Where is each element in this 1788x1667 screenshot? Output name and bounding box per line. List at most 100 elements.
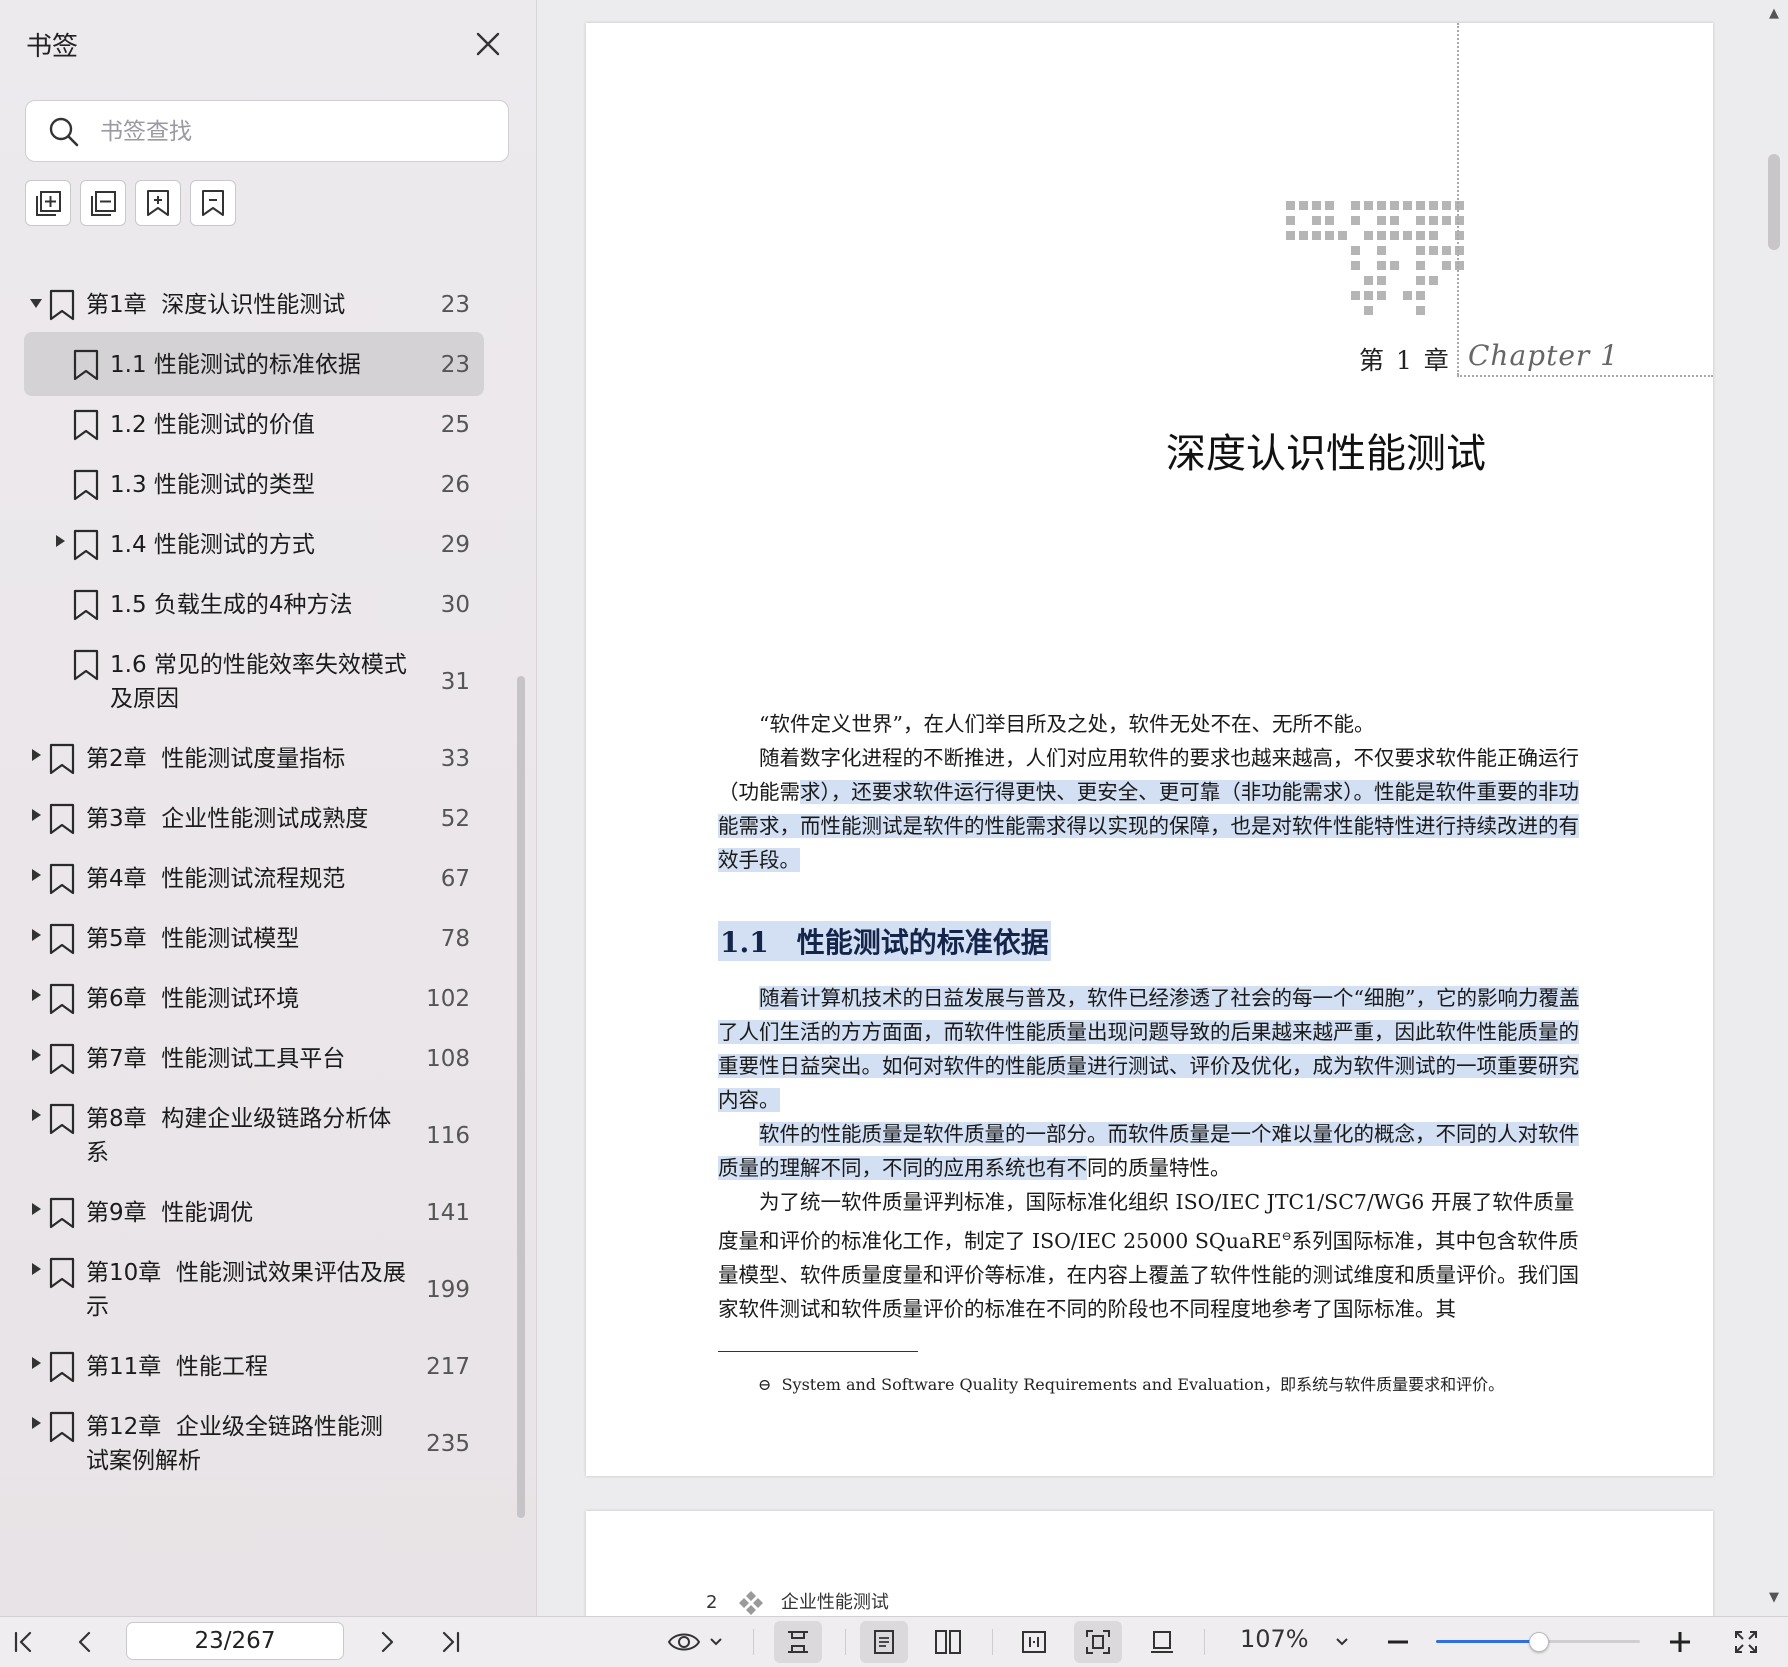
toolbar-separator: [1204, 1629, 1205, 1655]
bookmark-item[interactable]: 第7章 性能测试工具平台 108: [24, 1026, 484, 1090]
first-page-button[interactable]: [6, 1621, 42, 1663]
close-icon[interactable]: [472, 28, 504, 60]
caret-right-icon[interactable]: [56, 535, 65, 547]
footnote-marker[interactable]: ⊖: [1282, 1229, 1292, 1243]
prev-page-button[interactable]: [68, 1621, 104, 1663]
two-page-button[interactable]: [924, 1621, 972, 1663]
bookmark-page-number: 141: [426, 1200, 470, 1226]
paragraph-3: 随着计算机技术的日益发展与普及，软件已经渗透了社会的每一个“细胞”，它的影响力覆…: [718, 981, 1589, 1117]
toolbar-separator: [753, 1629, 754, 1655]
bookmark-item[interactable]: 1.6 常见的性能效率失效模式 及原因 31: [24, 632, 484, 730]
remove-bookmark-button[interactable]: [190, 180, 236, 226]
bookmark-icon: [72, 528, 100, 566]
caret-right-icon[interactable]: [32, 1357, 41, 1369]
bookmark-icon: [48, 922, 76, 960]
eye-icon: [667, 1633, 701, 1651]
bookmark-tools: [25, 180, 236, 226]
bookmark-icon: [48, 1350, 76, 1388]
fullscreen-icon: [1735, 1631, 1757, 1653]
zoom-level[interactable]: 107%: [1240, 1625, 1309, 1653]
view-mode-button[interactable]: [662, 1621, 728, 1663]
bookmark-item[interactable]: 1.3 性能测试的类型 26: [24, 452, 484, 516]
bookmark-page-number: 52: [440, 806, 470, 832]
bookmark-item[interactable]: 第6章 性能测试环境 102: [24, 966, 484, 1030]
bookmark-search-box[interactable]: [25, 100, 509, 162]
page-number-input[interactable]: [126, 1622, 344, 1660]
zoom-in-button[interactable]: [1662, 1621, 1698, 1663]
chevron-down-icon: [710, 1638, 722, 1646]
bookmark-label: 第7章 性能测试工具平台: [86, 1046, 346, 1072]
bookmark-icon: [48, 288, 76, 326]
bookmark-item[interactable]: 第1章 深度认识性能测试 23: [24, 272, 484, 336]
bookmark-item[interactable]: 第12章 企业级全链路性能测 试案例解析 235: [24, 1394, 484, 1492]
fit-page-button[interactable]: [1074, 1621, 1122, 1663]
caret-right-icon[interactable]: [32, 809, 41, 821]
footnote-text: System and Software Quality Requirements…: [781, 1375, 1505, 1394]
bookmark-page-number: 23: [440, 352, 470, 378]
bookmark-page-number: 199: [426, 1277, 470, 1303]
caret-right-icon[interactable]: [32, 929, 41, 941]
caret-right-icon[interactable]: [32, 1049, 41, 1061]
bookmark-item[interactable]: 第5章 性能测试模型 78: [24, 906, 484, 970]
last-page-button[interactable]: [432, 1621, 468, 1663]
caret-right-icon[interactable]: [32, 1263, 41, 1275]
zoom-slider[interactable]: [1436, 1632, 1640, 1652]
last-page-icon: [442, 1631, 460, 1653]
bookmark-icon: [72, 468, 100, 506]
fit-page-icon: [1086, 1630, 1110, 1654]
bookmark-item[interactable]: 第4章 性能测试流程规范 67: [24, 846, 484, 910]
search-icon: [49, 117, 79, 147]
document-scrollbar[interactable]: [1768, 154, 1780, 250]
bookmark-label: 第3章 企业性能测试成熟度: [86, 806, 369, 832]
bookmark-label: 第10章 性能测试效果评估及展 示: [86, 1260, 406, 1320]
zoom-slider-handle[interactable]: [1529, 1632, 1549, 1652]
bookmark-item[interactable]: 第2章 性能测试度量指标 33: [24, 726, 484, 790]
bookmark-page-number: 108: [426, 1046, 470, 1072]
add-bookmark-button[interactable]: [135, 180, 181, 226]
zoom-slider-fill: [1436, 1640, 1538, 1643]
chapter-dotted-frame: [1457, 23, 1459, 375]
rotate-button[interactable]: [1138, 1621, 1186, 1663]
bookmark-label: 第5章 性能测试模型: [86, 926, 300, 952]
sidebar-scrollbar[interactable]: [517, 676, 525, 1518]
chapter-decoration-icon: [1286, 201, 1464, 315]
caret-down-icon[interactable]: [30, 299, 42, 308]
bookmark-label: 第11章 性能工程: [86, 1354, 268, 1380]
caret-right-icon[interactable]: [32, 749, 41, 761]
bookmark-item[interactable]: 第11章 性能工程 217: [24, 1334, 484, 1398]
bookmark-item[interactable]: 1.4 性能测试的方式 29: [24, 512, 484, 576]
caret-right-icon[interactable]: [32, 1109, 41, 1121]
bookmark-page-number: 235: [426, 1431, 470, 1457]
page-header-number: 2: [706, 1592, 718, 1613]
bookmark-page-number: 78: [440, 926, 470, 952]
expand-all-button[interactable]: [25, 180, 71, 226]
next-page-button[interactable]: [368, 1621, 404, 1663]
scroll-up-icon[interactable]: ▲: [1769, 6, 1779, 21]
scroll-down-icon[interactable]: ▼: [1769, 1590, 1779, 1605]
caret-right-icon[interactable]: [32, 1417, 41, 1429]
bookmark-icon: [48, 1196, 76, 1234]
bookmark-item[interactable]: 第8章 构建企业级链路分析体 系 116: [24, 1086, 484, 1184]
caret-right-icon[interactable]: [32, 869, 41, 881]
bookmark-item[interactable]: 第3章 企业性能测试成熟度 52: [24, 786, 484, 850]
chapter-script: Chapter 1: [1468, 339, 1619, 372]
caret-right-icon[interactable]: [32, 989, 41, 1001]
bookmark-item[interactable]: 第10章 性能测试效果评估及展 示 199: [24, 1240, 484, 1338]
minus-icon: [1388, 1640, 1408, 1644]
bookmark-item[interactable]: 1.5 负载生成的4种方法 30: [24, 572, 484, 636]
caret-right-icon[interactable]: [32, 1203, 41, 1215]
bookmark-search-input[interactable]: [98, 111, 492, 153]
fullscreen-button[interactable]: [1728, 1621, 1764, 1663]
bookmark-item[interactable]: 1.2 性能测试的价值 25: [24, 392, 484, 456]
bookmark-item[interactable]: 第9章 性能调优 141: [24, 1180, 484, 1244]
bookmark-icon: [48, 1042, 76, 1080]
zoom-out-button[interactable]: [1380, 1621, 1416, 1663]
fit-width-button[interactable]: [1010, 1621, 1058, 1663]
single-page-button[interactable]: [860, 1621, 908, 1663]
zoom-dropdown[interactable]: [1328, 1621, 1356, 1663]
continuous-scroll-button[interactable]: [774, 1621, 822, 1663]
bookmark-item[interactable]: 1.1 性能测试的标准依据 23: [24, 332, 484, 396]
bookmark-icon: [48, 982, 76, 1020]
chevron-left-icon: [78, 1631, 91, 1653]
collapse-all-button[interactable]: [80, 180, 126, 226]
